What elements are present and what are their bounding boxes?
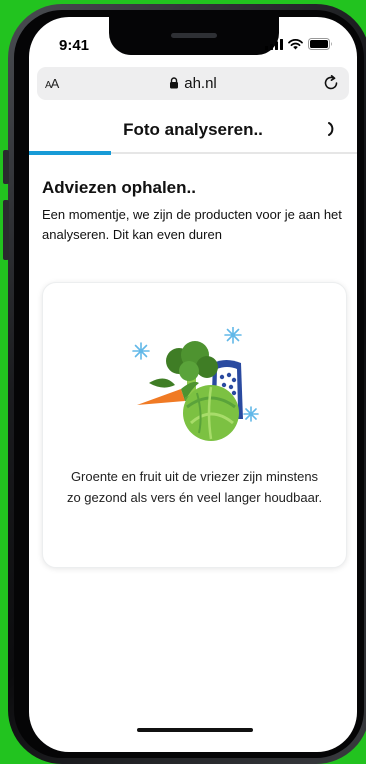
tip-text: Groente en fruit uit de vriezer zijn min…: [66, 469, 323, 505]
phone-screen: 9:41 AA ah.nl Foto analyseren.. Adviezen…: [29, 17, 357, 752]
loading-spinner-icon: [328, 122, 334, 136]
status-icons: [265, 38, 333, 50]
lock-icon: [170, 77, 179, 89]
snowflake-icon: [243, 406, 259, 422]
home-indicator[interactable]: [137, 728, 253, 732]
phone-side-button: [3, 150, 9, 184]
snowflake-icon: [224, 327, 242, 344]
tip-card: Groente en fruit uit de vriezer zijn min…: [42, 282, 347, 568]
section-heading: Adviezen ophalen..: [42, 178, 196, 197]
section-description: Een momentje, we zijn de producten voor …: [42, 207, 342, 242]
wifi-icon: [288, 38, 303, 49]
signal-icon: [265, 38, 283, 50]
url-text: ah.nl: [184, 75, 217, 92]
snowflake-icon: [132, 342, 150, 360]
url-display[interactable]: ah.nl: [37, 75, 349, 92]
status-time: 9:41: [59, 37, 90, 54]
page-title: Foto analyseren..: [123, 120, 263, 139]
phone-side-button: [3, 200, 9, 260]
address-bar[interactable]: AA ah.nl: [37, 67, 349, 100]
notch: [109, 17, 279, 55]
speaker: [171, 33, 217, 38]
battery-icon: [308, 38, 332, 50]
frozen-vegetables-icon: [132, 327, 259, 441]
progress-bar: [29, 151, 111, 155]
reload-icon[interactable]: [322, 74, 340, 92]
